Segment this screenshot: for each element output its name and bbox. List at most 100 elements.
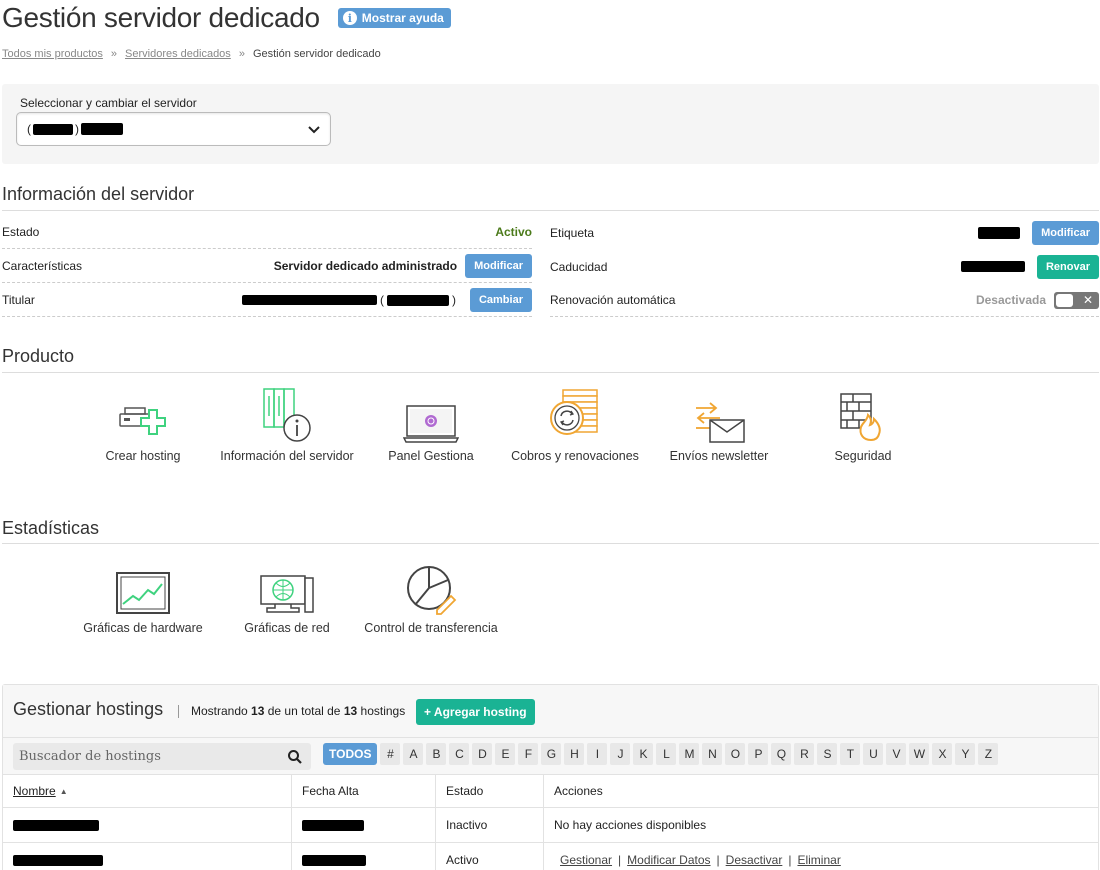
cell-nombre xyxy=(3,843,292,870)
modify-label-button[interactable]: Modificar xyxy=(1032,220,1099,245)
cell-fecha xyxy=(292,843,436,870)
titular-label: Titular xyxy=(2,293,35,307)
hostings-filter-bar: TODOS#ABCDEFGHIJKLMNOPQRSTUVWXYZ xyxy=(3,738,1098,775)
letter-filter-q[interactable]: Q xyxy=(771,743,792,765)
firewall-icon xyxy=(793,384,933,444)
tile-crear-hosting[interactable]: Crear hosting xyxy=(73,384,213,462)
letter-filter-x[interactable]: X xyxy=(932,743,953,765)
letter-filter-g[interactable]: G xyxy=(541,743,562,765)
tile-graficas-red[interactable]: Gráficas de red xyxy=(217,556,357,634)
letter-filter-hash[interactable]: # xyxy=(380,743,401,765)
tile-cobros-renovaciones[interactable]: Cobros y renovaciones xyxy=(505,384,645,462)
divider xyxy=(2,210,1099,211)
search-input[interactable] xyxy=(13,749,273,764)
letter-filter-m[interactable]: M xyxy=(679,743,700,765)
deactivate-link[interactable]: Desactivar xyxy=(726,853,783,867)
letter-filter-e[interactable]: E xyxy=(495,743,516,765)
close-icon: ✕ xyxy=(1082,292,1093,307)
table-row: Activo Gestionar | Modificar Datos | Desac… xyxy=(3,843,1098,870)
redacted-text xyxy=(978,226,1021,239)
tile-panel-gestiona[interactable]: Panel Gestiona xyxy=(361,384,501,462)
tile-informacion-servidor[interactable]: Información del servidor xyxy=(217,384,357,462)
letter-filter-w[interactable]: W xyxy=(909,743,930,765)
modify-data-link[interactable]: Modificar Datos xyxy=(627,853,710,867)
letter-filter-o[interactable]: O xyxy=(725,743,746,765)
caducidad-label: Caducidad xyxy=(550,259,608,274)
envelope-send-icon xyxy=(649,384,789,444)
column-header-acciones: Acciones xyxy=(554,784,603,798)
server-selector-label: Seleccionar y cambiar el servidor xyxy=(20,96,197,110)
letter-filter-s[interactable]: S xyxy=(817,743,838,765)
column-header-fecha: Fecha Alta xyxy=(292,775,436,807)
letter-filter-f[interactable]: F xyxy=(518,743,539,765)
tile-seguridad[interactable]: Seguridad xyxy=(793,384,933,462)
network-chart-icon xyxy=(217,556,357,616)
add-hosting-button[interactable]: + Agregar hosting xyxy=(416,699,535,725)
letter-filter-d[interactable]: D xyxy=(472,743,493,765)
letter-filter-u[interactable]: U xyxy=(863,743,884,765)
breadcrumb-all-products[interactable]: Todos mis productos xyxy=(2,48,103,60)
renovacion-value: Desactivada xyxy=(975,293,1046,307)
letter-filter-c[interactable]: C xyxy=(449,743,470,765)
status-badge: Activo xyxy=(495,225,532,239)
info-row-etiqueta: Etiqueta Modificar xyxy=(550,216,1099,249)
letter-filter-r[interactable]: R xyxy=(794,743,815,765)
search-icon[interactable] xyxy=(287,749,303,765)
letter-filter-l[interactable]: L xyxy=(656,743,677,765)
cell-acciones: No hay acciones disponibles xyxy=(554,818,707,832)
redacted-text xyxy=(81,123,123,135)
redacted-text xyxy=(960,261,1025,272)
server-select[interactable]: ( ) xyxy=(16,112,331,146)
redacted-text xyxy=(302,854,366,866)
breadcrumb-dedicated-servers[interactable]: Servidores dedicados xyxy=(125,48,231,60)
letter-filter-t[interactable]: T xyxy=(840,743,861,765)
auto-renew-toggle[interactable]: ✕ xyxy=(1054,291,1099,309)
server-info-title: Información del servidor xyxy=(2,184,195,204)
letter-filter-z[interactable]: Z xyxy=(978,743,999,765)
breadcrumb-separator: » xyxy=(110,48,118,60)
letter-filter-y[interactable]: Y xyxy=(955,743,976,765)
manage-link[interactable]: Gestionar xyxy=(560,853,612,867)
info-row-titular: Titular ( ) Cambiar xyxy=(2,284,532,317)
hostings-header: Gestionar hostings Mostrando 13 de un to… xyxy=(3,685,1098,738)
product-section-title: Producto xyxy=(2,346,75,366)
letter-filter-b[interactable]: B xyxy=(426,743,447,765)
titular-value: ( ) xyxy=(241,293,456,307)
cell-estado: Inactivo xyxy=(436,808,544,842)
hostings-title: Gestionar hostings xyxy=(13,699,164,719)
tile-label: Control de transferencia xyxy=(364,621,498,635)
hostings-panel: Gestionar hostings Mostrando 13 de un to… xyxy=(2,684,1099,870)
letter-filter-a[interactable]: A xyxy=(403,743,424,765)
modify-characteristics-button[interactable]: Modificar xyxy=(465,254,532,278)
server-info-icon xyxy=(217,384,357,444)
cell-estado: Activo xyxy=(436,843,544,870)
search-box xyxy=(13,743,311,770)
info-row-caducidad: Caducidad Renovar xyxy=(550,250,1099,283)
letter-filter-k[interactable]: K xyxy=(633,743,654,765)
pie-chart-icon xyxy=(361,556,501,616)
renew-button[interactable]: Renovar xyxy=(1036,254,1099,279)
delete-link[interactable]: Eliminar xyxy=(797,853,840,867)
letter-filter-h[interactable]: H xyxy=(564,743,585,765)
tile-graficas-hardware[interactable]: Gráficas de hardware xyxy=(73,556,213,634)
column-header-nombre[interactable]: Nombre ▲ xyxy=(3,775,292,807)
sort-asc-icon: ▲ xyxy=(59,786,68,796)
tile-label: Crear hosting xyxy=(105,449,181,463)
letter-filter-j[interactable]: J xyxy=(610,743,631,765)
column-header-estado: Estado xyxy=(436,775,544,807)
tile-envios-newsletter[interactable]: Envíos newsletter xyxy=(649,384,789,462)
letter-filter-n[interactable]: N xyxy=(702,743,723,765)
letter-filter-all[interactable]: TODOS xyxy=(323,743,378,765)
tile-control-transferencia[interactable]: Control de transferencia xyxy=(361,556,501,634)
caracteristicas-value: Servidor dedicado administrado xyxy=(273,259,458,273)
show-help-button[interactable]: i Mostrar ayuda xyxy=(337,8,451,28)
redacted-text xyxy=(302,819,364,831)
letter-filter-p[interactable]: P xyxy=(748,743,769,765)
breadcrumb-current: Gestión servidor dedicado xyxy=(252,48,381,60)
letter-filter-v[interactable]: V xyxy=(886,743,907,765)
cell-nombre xyxy=(3,808,292,842)
renovacion-label: Renovación automática xyxy=(550,293,676,307)
letter-filter-i[interactable]: I xyxy=(587,743,608,765)
change-owner-button[interactable]: Cambiar xyxy=(469,288,532,312)
coins-renew-icon xyxy=(505,384,645,444)
